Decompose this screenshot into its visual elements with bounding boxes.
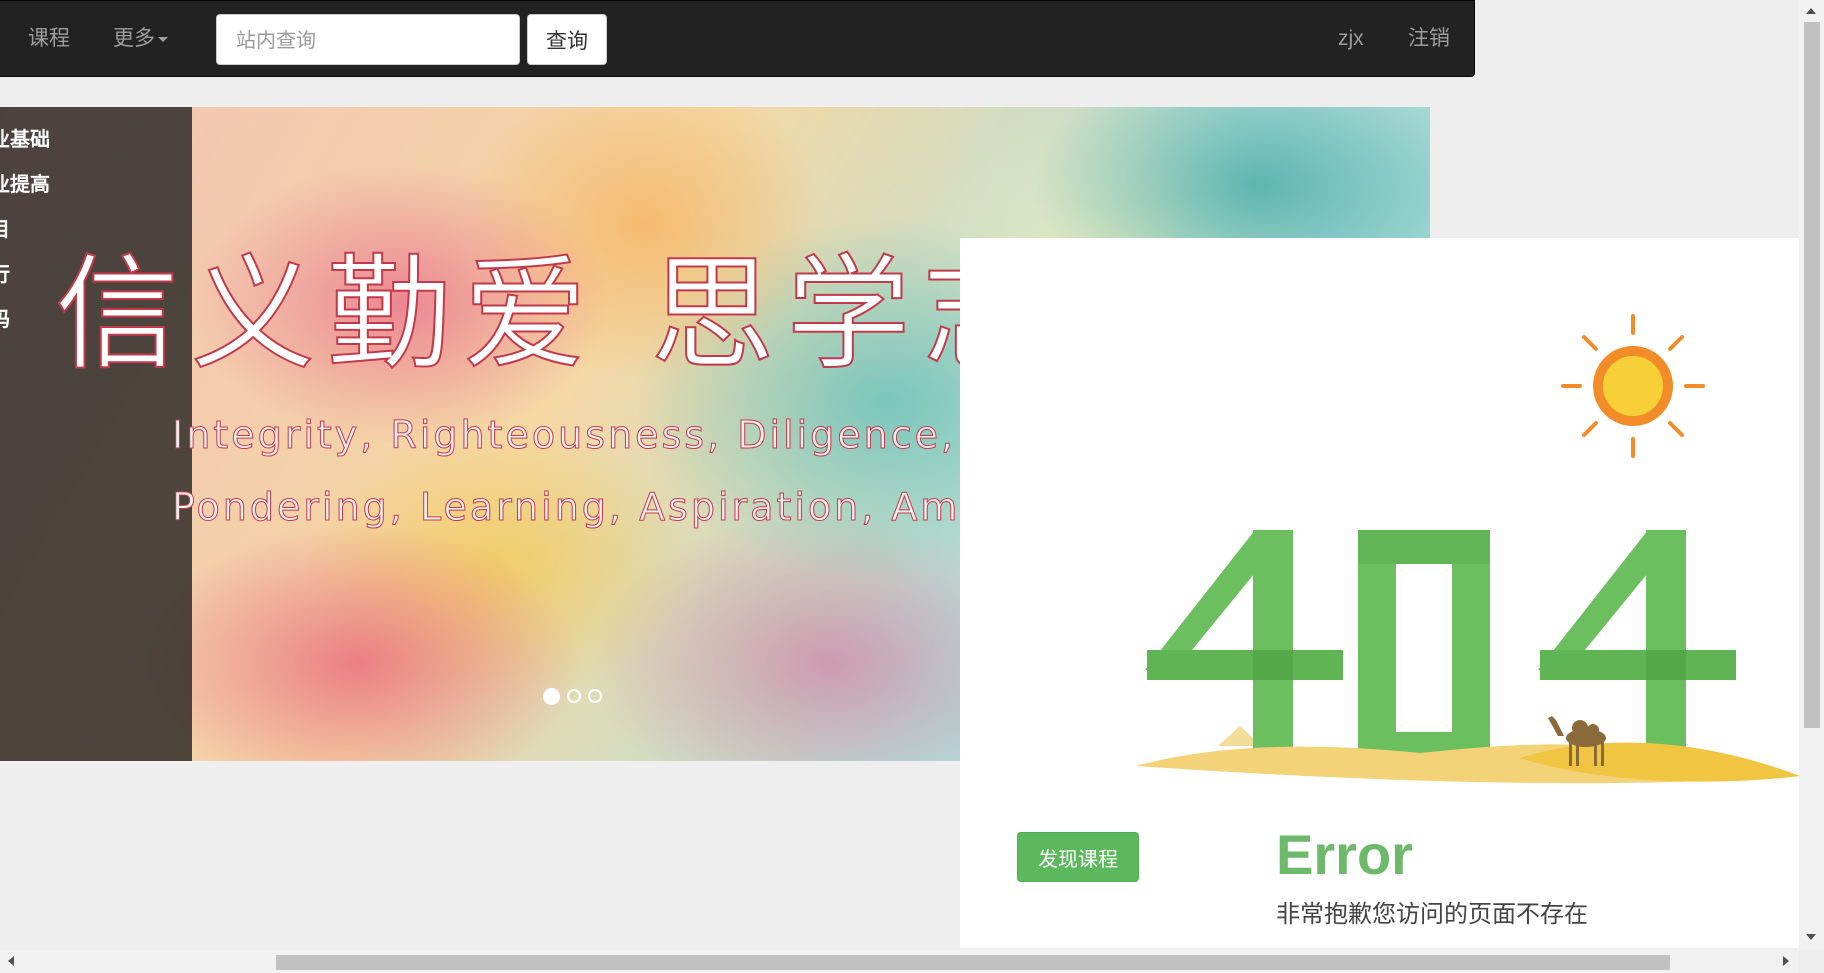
digit-4-right xyxy=(1538,530,1736,766)
nav-course-link[interactable]: 课程 xyxy=(28,25,70,52)
error-404-illustration xyxy=(1136,314,1800,784)
course-category-menu: 业基础 业提高 目 行 码 xyxy=(0,107,192,761)
search-input[interactable] xyxy=(216,14,520,65)
scroll-up-icon[interactable] xyxy=(1806,8,1816,14)
search-button[interactable]: 查询 xyxy=(527,14,607,65)
category-item[interactable]: 目 xyxy=(0,213,10,242)
caret-down-icon xyxy=(158,36,168,42)
error-title: Error xyxy=(1276,823,1413,886)
category-item[interactable]: 码 xyxy=(0,303,10,332)
digit-0 xyxy=(1358,530,1490,766)
category-item[interactable]: 业基础 xyxy=(0,123,50,152)
user-name-link[interactable]: zjx xyxy=(1338,25,1364,52)
carousel-indicators xyxy=(543,688,602,705)
category-item[interactable]: 业提高 xyxy=(0,168,50,197)
scroll-down-icon[interactable] xyxy=(1806,934,1816,940)
scroll-left-icon[interactable] xyxy=(8,956,14,966)
nav-more-label: 更多 xyxy=(113,26,155,50)
banner-slogan-english-line1: Integrity, Righteousness, Diligence, Lov… xyxy=(172,413,1073,458)
carousel-indicator-3[interactable] xyxy=(588,689,602,703)
banner-slogan-chinese: 信义勤爱 思学志 xyxy=(54,243,1059,387)
banner-slogan-english-line2: Pondering, Learning, Aspiration, Ambitio… xyxy=(172,485,1086,530)
carousel-indicator-2[interactable] xyxy=(567,689,581,703)
discover-courses-button[interactable]: 发现课程 xyxy=(1017,832,1139,882)
logout-link[interactable]: 注销 xyxy=(1408,25,1450,52)
carousel-indicator-1[interactable] xyxy=(543,688,560,705)
category-item[interactable]: 行 xyxy=(0,258,10,287)
error-message: 非常抱歉您访问的页面不存在 xyxy=(1276,900,1588,928)
top-navbar: 课程 更多 查询 zjx 注销 xyxy=(0,0,1475,77)
error-404-panel: 发现课程 Error 非常抱歉您访问的页面不存在 xyxy=(960,238,1800,948)
nav-more-dropdown[interactable]: 更多 xyxy=(113,25,168,52)
scroll-right-icon[interactable] xyxy=(1783,956,1789,966)
horizontal-scrollbar-thumb[interactable] xyxy=(276,955,1670,970)
vertical-scrollbar-thumb[interactable] xyxy=(1804,22,1820,728)
sun-icon xyxy=(1561,314,1705,458)
